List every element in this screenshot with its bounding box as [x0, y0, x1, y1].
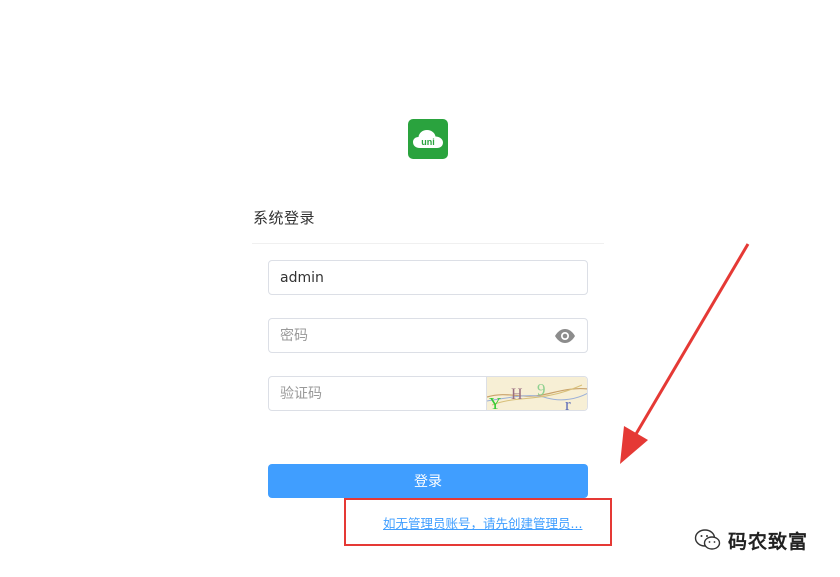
title-divider	[252, 243, 604, 244]
page-title: 系统登录	[253, 209, 316, 227]
password-input[interactable]	[269, 319, 587, 352]
annotation-arrow	[620, 243, 750, 464]
svg-text:uni: uni	[421, 137, 435, 147]
captcha-input[interactable]	[269, 377, 487, 410]
wechat-icon	[694, 529, 721, 550]
captcha-char: H	[511, 386, 523, 403]
uni-logo: uni	[408, 119, 448, 159]
username-input[interactable]	[269, 261, 587, 294]
login-button[interactable]: 登录	[268, 464, 588, 498]
eye-icon[interactable]	[554, 328, 576, 344]
watermark-text: 码农致富	[728, 530, 809, 553]
captcha-image[interactable]: Y H 9 r	[486, 377, 587, 410]
cloud-icon: uni	[413, 130, 443, 148]
username-field[interactable]	[268, 260, 588, 295]
watermark: 码农致富	[694, 525, 808, 555]
create-admin-link[interactable]: 如无管理员账号，请先创建管理员...	[383, 513, 582, 532]
captcha-char: 9	[537, 380, 546, 399]
captcha-char: r	[565, 395, 571, 410]
password-field[interactable]	[268, 318, 588, 353]
captcha-field[interactable]: Y H 9 r	[268, 376, 588, 411]
captcha-char: Y	[489, 394, 501, 410]
